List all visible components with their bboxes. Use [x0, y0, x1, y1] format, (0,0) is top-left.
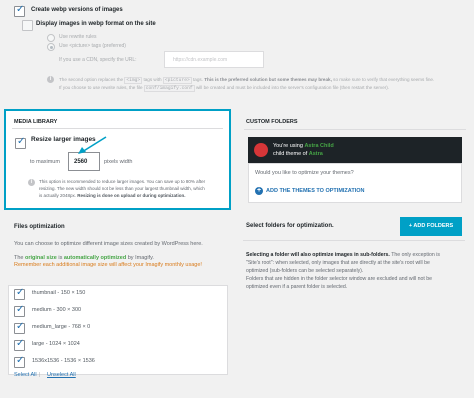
arrow-annotation-icon	[78, 136, 107, 154]
select-all-link[interactable]: Select All	[14, 372, 37, 378]
cdn-url-input[interactable]: https://cdn.example.com	[164, 51, 264, 68]
folders-desc-line3: optimized (sub-folders can be selected s…	[246, 268, 364, 274]
resize-note-line3: is actually 2048px. Resizing is done on …	[39, 193, 186, 198]
webp-panel: Create webp versions of images Display i…	[0, 0, 474, 100]
wp-logo-icon	[254, 143, 268, 157]
usage-warning: Remember each additional image size will…	[14, 262, 202, 268]
webp-note-line1: The second option replaces the <img> tag…	[59, 77, 435, 84]
resize-note-line1: This option is recommended to reduce lar…	[39, 179, 206, 184]
cdn-url-placeholder: https://cdn.example.com	[173, 57, 228, 63]
link-separator: |	[39, 372, 41, 378]
files-intro: You can choose to optimize different ima…	[14, 241, 203, 247]
unselect-all-link[interactable]: Unselect All	[47, 372, 76, 378]
size-label: 1536x1536 - 1536 × 1536	[32, 358, 95, 364]
custom-folders-panel: CUSTOM FOLDERS You're using Astra Child …	[240, 109, 470, 210]
size-checkbox[interactable]	[14, 355, 25, 368]
webp-note-line2: If you choose to use rewrite rules, the …	[59, 85, 390, 92]
folders-desc-line5: optimized even if a parent folder is sel…	[246, 284, 348, 290]
max-suffix: pixels width	[104, 159, 133, 165]
plus-icon: +	[255, 187, 263, 195]
resize-checkbox[interactable]	[15, 136, 26, 149]
folders-desc-line2: "Site's root": when selected, only image…	[246, 260, 430, 266]
theme-line2: child theme of Astra	[273, 151, 323, 157]
media-library-title: MEDIA LIBRARY	[14, 119, 58, 125]
size-checkbox[interactable]	[14, 287, 25, 300]
theme-question: Would you like to optimize your themes?	[255, 170, 354, 176]
media-library-divider	[12, 128, 223, 129]
max-prefix: to maximum	[30, 159, 60, 165]
files-optimization-title: Files optimization	[14, 224, 65, 230]
size-checkbox[interactable]	[14, 304, 25, 317]
display-webp-checkbox[interactable]	[22, 20, 33, 31]
folders-divider	[243, 240, 465, 241]
original-size-line: The original size is automatically optim…	[14, 255, 154, 261]
create-webp-checkbox[interactable]	[14, 4, 25, 17]
custom-folders-divider	[244, 129, 466, 130]
size-label: large - 1024 × 1024	[32, 341, 80, 347]
size-label: thumbnail - 150 × 150	[32, 290, 86, 296]
custom-folders-title: CUSTOM FOLDERS	[246, 119, 298, 125]
picture-tags-label: Use <picture> tags (preferred)	[59, 43, 126, 49]
display-webp-label: Display images in webp format on the sit…	[36, 21, 156, 27]
theme-info-box: You're using Astra Child child theme of …	[248, 137, 462, 163]
size-label: medium_large - 768 × 0	[32, 324, 91, 330]
add-folders-button[interactable]: + ADD FOLDERS	[400, 217, 462, 236]
info-icon: i	[47, 76, 54, 83]
picture-tags-radio[interactable]	[47, 43, 55, 51]
max-width-value: 2560	[74, 159, 88, 165]
size-checkbox[interactable]	[14, 321, 25, 334]
files-optimization-panel: Files optimization You can choose to opt…	[0, 214, 236, 398]
resize-info-icon: i	[28, 179, 35, 186]
size-label: medium - 300 × 300	[32, 307, 82, 313]
folders-desc-line4: Folders that are hidden in the folder se…	[246, 276, 432, 282]
rewrite-rules-label: Use rewrite rules	[59, 34, 97, 40]
create-webp-label: Create webp versions of images	[31, 7, 123, 13]
media-library-panel: MEDIA LIBRARY Resize larger images to ma…	[4, 109, 231, 210]
size-checkbox[interactable]	[14, 338, 25, 351]
sizes-list: thumbnail - 150 × 150 medium - 300 × 300…	[8, 285, 228, 375]
add-themes-button[interactable]: + ADD THE THEMES TO OPTIMIZATION	[255, 187, 365, 195]
cdn-label: If you use a CDN, specify the URL:	[59, 57, 137, 63]
theme-question-box: Would you like to optimize your themes? …	[248, 163, 462, 203]
rewrite-rules-radio[interactable]	[47, 34, 55, 42]
resize-note-line2: resizing. The new width should not be le…	[39, 186, 205, 191]
folders-desc-line1: Selecting a folder will also optimize im…	[246, 252, 440, 258]
select-folders-label: Select folders for optimization.	[246, 223, 334, 229]
theme-line1: You're using Astra Child	[273, 143, 334, 149]
